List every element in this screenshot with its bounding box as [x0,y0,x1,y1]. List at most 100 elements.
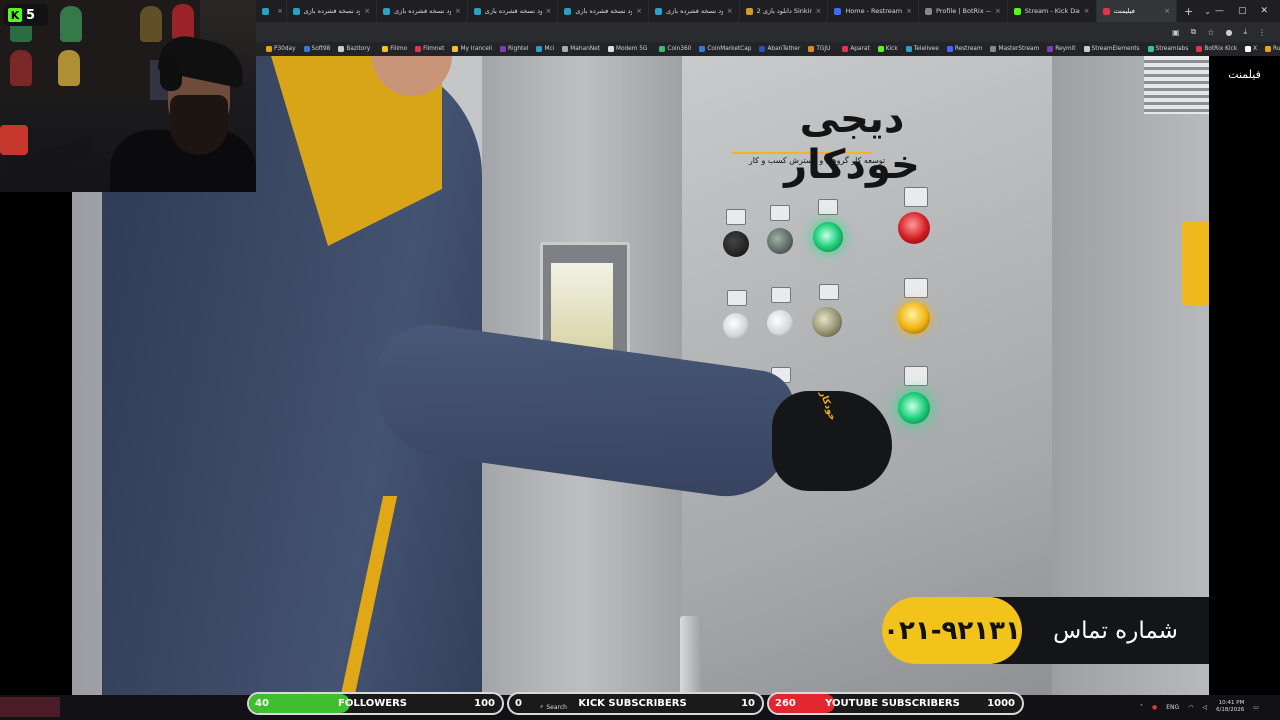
clock[interactable]: 10:41 PM 6/18/2026 [1216,700,1244,713]
notification-icon[interactable]: ▭ [1253,704,1259,711]
browser-tab[interactable]: دانلود نسخه فشرده بازی × [558,0,649,22]
bookmark-item[interactable]: Rubika [1261,46,1280,52]
tab-label: دانلود نسخه فشرده بازی [575,7,632,15]
bookmark-item[interactable]: Rightel [496,46,532,52]
bookmark-favicon-icon [842,46,849,52]
tab-close-icon[interactable]: × [455,7,461,15]
close-icon[interactable]: ✕ [1260,6,1268,16]
new-tab-button[interactable]: + [1177,5,1200,18]
tab-list-chevron-icon[interactable]: ⌄ [1200,7,1215,16]
cabinet-handle [680,616,702,695]
bookmark-favicon-icon [1245,46,1252,52]
bookmark-label: Rightel [508,46,529,52]
bookmark-favicon-icon [699,46,706,52]
bookmark-label: Modem 5G [615,46,648,52]
goal-target: 1000 [987,698,1015,709]
extensions-icon[interactable]: ▣ [1172,28,1180,37]
bookmark-item[interactable]: X [1241,46,1261,52]
bookmark-item[interactable]: Streamlabs [1144,46,1193,52]
bookmark-favicon-icon [1196,46,1203,52]
tab-close-icon[interactable]: × [906,7,912,15]
bookmark-item[interactable]: Restream [943,46,987,52]
button-cap [819,284,839,300]
mic-icon[interactable]: ● [1152,704,1157,711]
browser-tab[interactable]: Stream - Kick Dashboard × [1008,0,1097,22]
bookmarks-bar: P30day Soft98 Bazitory Filimo Filmnet My Iran… [256,42,1280,56]
taskbar-widget[interactable] [0,697,60,717]
browser-tab[interactable]: دانلود نسخه فشرده بازی× [468,0,559,22]
bookmark-item[interactable]: My Irancell [448,46,496,52]
bookmark-item[interactable]: Filmnet [411,46,448,52]
bookmark-item[interactable]: StreamElements [1080,46,1144,52]
download-icon[interactable]: ⤓ [1243,27,1247,37]
tab-label: دانلود نسخه فشرده بازی [394,7,451,15]
tab-close-icon[interactable]: × [727,7,733,15]
bookmark-item[interactable]: Soft98 [300,46,335,52]
volume-icon[interactable]: ◁ [1202,704,1207,711]
minimize-icon[interactable]: — [1215,6,1224,16]
tab-close-icon[interactable]: × [1084,7,1090,15]
bookmark-item[interactable]: Kick [874,46,902,52]
bookmark-label: MahanNet [570,46,600,52]
cam-decor-item [58,50,80,86]
browser-tab[interactable]: دانلود بازی 2 Sinking City × [740,0,829,22]
browser-tab[interactable]: دانلود× [256,0,287,22]
tab-label: فیلیمنت [1113,7,1135,15]
tab-close-icon[interactable]: × [277,7,283,15]
browser-tab[interactable]: دانلود نسخه فشرده بازی× [287,0,378,22]
tab-label: Stream - Kick Dashboard [1024,7,1080,15]
tray-chevron-icon[interactable]: ˄ [1140,704,1143,711]
browser-tab[interactable]: فیلیمنت × [1096,0,1177,22]
screenshot-icon[interactable]: ⧉ [1191,27,1197,37]
bookmark-item[interactable]: BotRix Kick [1192,46,1241,52]
menu-icon[interactable]: ⋮ [1258,28,1266,37]
tab-label: دانلود نسخه فشرده بازی [303,7,361,15]
bookmark-item[interactable]: CoinMarketCap [695,46,755,52]
lamp-green [898,392,930,424]
tab-favicon-icon [383,7,391,15]
tab-close-icon[interactable]: × [995,7,1001,15]
bookmark-favicon-icon [536,46,543,52]
goal-label: KICK SUBSCRIBERS [578,698,687,709]
bookmark-favicon-icon [382,46,389,52]
bookmark-item[interactable]: Reymit [1043,46,1079,52]
goal-current: 260 [775,698,796,709]
button-cap [727,290,747,306]
vent-grille [1144,56,1209,114]
profile-icon[interactable]: ● [1225,28,1232,37]
browser-tab[interactable]: Home - Restream × [828,0,919,22]
bookmark-star-icon[interactable]: ☆ [1207,28,1214,37]
clock-time: 10:41 PM [1218,700,1245,707]
bookmark-label: BotRix Kick [1204,46,1238,52]
tab-close-icon[interactable]: × [546,7,552,15]
bookmark-item[interactable]: AbanTether [755,46,804,52]
bookmark-item[interactable]: TGJU [804,46,834,52]
bookmark-label: MasterStream [998,46,1040,52]
bookmark-favicon-icon [562,46,569,52]
bookmark-item[interactable]: MahanNet [558,46,604,52]
button-cap [818,199,838,215]
bookmark-item[interactable]: Telelivee [902,46,943,52]
wifi-icon[interactable]: ◠ [1188,704,1193,711]
bookmark-item[interactable]: Aparat [838,46,873,52]
bookmark-item[interactable]: P30day [262,46,300,52]
tab-close-icon[interactable]: × [1164,7,1170,15]
tab-favicon-icon [564,7,572,15]
bookmark-item[interactable]: MasterStream [986,46,1043,52]
bookmark-item[interactable]: Bazitory [334,46,374,52]
tab-close-icon[interactable]: × [816,7,822,15]
tab-close-icon[interactable]: × [636,7,642,15]
browser-tab[interactable]: Profile | BotRix — Cloud × [919,0,1008,22]
language-indicator[interactable]: ENG [1166,704,1179,711]
bookmark-item[interactable]: Coin360 [655,46,695,52]
maximize-icon[interactable]: ▢ [1238,6,1247,16]
tab-label: دانلود نسخه فشرده بازی [666,7,723,15]
tab-close-icon[interactable]: × [364,7,370,15]
browser-tab[interactable]: دانلود نسخه فشرده بازی × [649,0,740,22]
browser-tab[interactable]: دانلود نسخه فشرده بازی × [377,0,468,22]
bookmark-favicon-icon [338,46,345,52]
bookmark-item[interactable]: Filimo [378,46,411,52]
bookmark-item[interactable]: Mci [532,46,558,52]
bookmark-item[interactable]: Modem 5G [604,46,651,52]
bookmark-favicon-icon [266,46,272,52]
